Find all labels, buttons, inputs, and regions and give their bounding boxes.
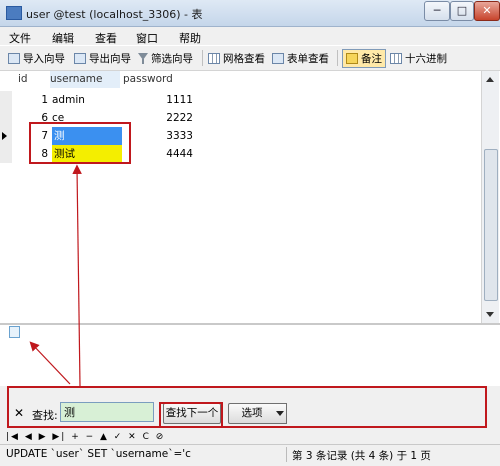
status-bar: UPDATE `user` SET `username`='c 第 3 条记录 … <box>0 444 500 466</box>
toolbar-separator <box>337 50 338 66</box>
cell-password[interactable]: 3333 <box>123 127 193 145</box>
cell-id[interactable]: 8 <box>18 145 48 163</box>
title-bar: user @test (localhost_3306) - 表 ─ □ ✕ <box>0 0 500 27</box>
minimize-button[interactable]: ─ <box>424 1 450 21</box>
window-title: user @test (localhost_3306) - 表 <box>26 8 203 21</box>
cell-id[interactable]: 7 <box>18 127 48 145</box>
filter-wizard-button[interactable]: 筛选向导 <box>138 50 193 66</box>
vertical-scrollbar[interactable] <box>481 71 499 323</box>
find-label: 查找: <box>32 409 58 422</box>
record-navigation-bar[interactable]: |◀ ◀ ▶ ▶| + − ▲ ✓ ✕ C ⊘ <box>0 430 500 444</box>
cell-username[interactable]: ce <box>52 109 122 127</box>
cell-username-match[interactable]: 测试 <box>52 145 122 163</box>
find-next-button[interactable]: 查找下一个 <box>163 403 221 424</box>
menu-file[interactable]: 文件 <box>9 30 31 46</box>
memo-button[interactable]: 备注 <box>342 49 386 68</box>
form-view-button[interactable]: 表单查看 <box>272 50 329 66</box>
options-dropdown-icon[interactable] <box>274 403 287 424</box>
export-label: 导出向导 <box>89 52 131 65</box>
form-icon <box>272 52 284 64</box>
column-header-password[interactable]: password <box>123 71 193 88</box>
cell-id[interactable]: 6 <box>18 109 48 127</box>
status-sql: UPDATE `user` SET `username`='c <box>6 448 191 460</box>
status-separator <box>286 447 287 462</box>
cell-password[interactable]: 2222 <box>123 109 193 127</box>
hex-icon <box>390 52 402 64</box>
row-selector[interactable] <box>0 145 12 163</box>
memo-icon <box>346 53 358 64</box>
table-app-icon <box>6 6 22 20</box>
row-selector[interactable] <box>0 109 12 127</box>
menu-window[interactable]: 窗口 <box>136 30 158 46</box>
row-selector-current[interactable] <box>0 127 12 145</box>
close-button[interactable]: ✕ <box>474 1 500 21</box>
import-label: 导入向导 <box>23 52 65 65</box>
find-input[interactable]: 测 <box>60 402 154 422</box>
memo-pane[interactable] <box>0 326 500 382</box>
menu-view[interactable]: 查看 <box>95 30 117 46</box>
menu-help[interactable]: 帮助 <box>179 30 201 46</box>
memo-file-icon <box>9 326 20 338</box>
pane-splitter[interactable] <box>0 323 500 325</box>
column-header-username[interactable]: username <box>50 71 120 88</box>
filter-icon <box>138 52 148 64</box>
cell-password[interactable]: 4444 <box>123 145 193 163</box>
scroll-down-icon[interactable] <box>486 312 494 317</box>
find-close-icon[interactable]: ✕ <box>14 406 24 420</box>
grid-icon <box>208 52 220 64</box>
menu-edit[interactable]: 编辑 <box>52 30 74 46</box>
row-selector[interactable] <box>0 91 12 109</box>
maximize-button[interactable]: □ <box>450 1 474 21</box>
memo-label: 备注 <box>361 53 382 65</box>
status-record-count: 第 3 条记录 (共 4 条) 于 1 页 <box>292 450 431 462</box>
cell-username-match[interactable]: 测 <box>52 127 122 145</box>
hex-button[interactable]: 十六进制 <box>390 50 447 66</box>
current-row-arrow-icon <box>2 132 7 140</box>
scroll-up-icon[interactable] <box>486 77 494 82</box>
toolbar-separator <box>202 50 203 66</box>
options-button[interactable]: 选项 <box>228 403 276 424</box>
import-icon <box>8 52 20 64</box>
grid-view-button[interactable]: 网格查看 <box>208 50 265 66</box>
export-wizard-button[interactable]: 导出向导 <box>74 50 131 66</box>
scroll-thumb[interactable] <box>484 149 498 301</box>
hex-label: 十六进制 <box>405 52 447 65</box>
cell-username[interactable]: admin <box>52 91 122 109</box>
column-header-id[interactable]: id <box>18 71 48 88</box>
cell-password[interactable]: 1111 <box>123 91 193 109</box>
form-view-label: 表单查看 <box>287 52 329 65</box>
grid-view-label: 网格查看 <box>223 52 265 65</box>
cell-id[interactable]: 1 <box>18 91 48 109</box>
data-grid: id username password 1 admin 1111 6 ce 2… <box>0 71 481 323</box>
toolbar: 导入向导 导出向导 筛选向导 网格查看 表单查看 备注 十六进制 <box>0 46 500 71</box>
export-icon <box>74 52 86 64</box>
filter-label: 筛选向导 <box>151 52 193 65</box>
menu-bar: 文件 编辑 查看 窗口 帮助 <box>0 27 500 45</box>
import-wizard-button[interactable]: 导入向导 <box>8 50 65 66</box>
find-bar: ✕ 查找: 测 查找下一个 选项 <box>0 386 500 430</box>
